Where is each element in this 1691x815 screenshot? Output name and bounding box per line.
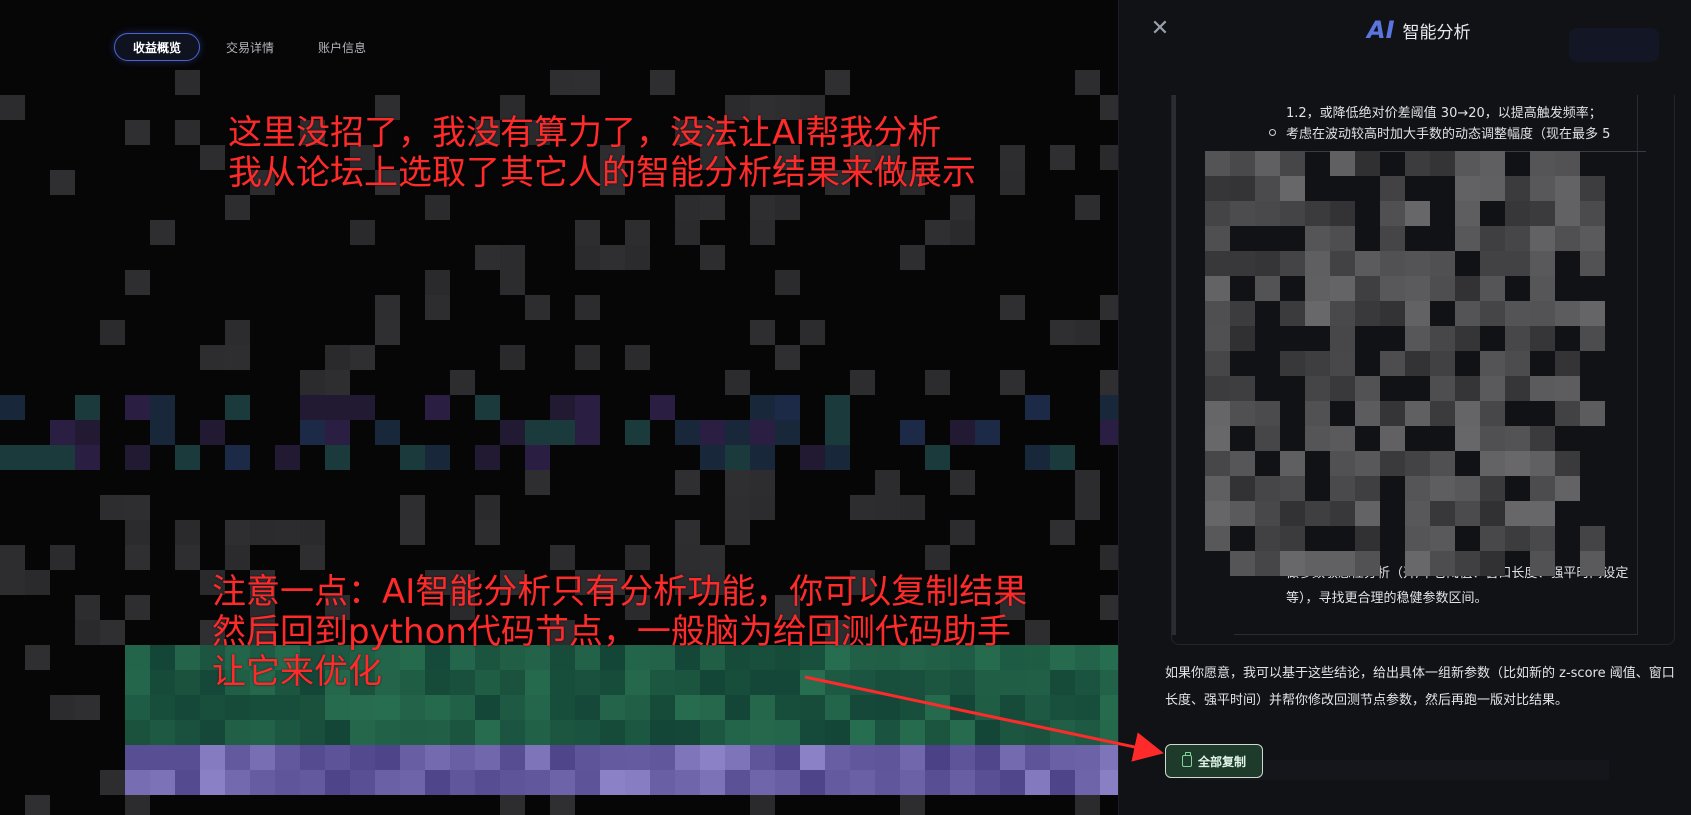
tab-account-info[interactable]: 账户信息 [300, 33, 384, 61]
tab-overview[interactable]: 收益概览 [114, 33, 201, 61]
tab-bar: 收益概览 交易详情 账户信息 [114, 33, 384, 61]
copy-all-label: 全部复制 [1197, 754, 1246, 769]
ai-logo: AI [1367, 16, 1395, 44]
analysis-bullet-continuation: 等），寻找更合理的稳健参数区间。 [1286, 591, 1488, 606]
annotation-top: 这里没招了，我没有算力了，没法让AI帮我分析 我从论坛上选取了其它人的智能分析结… [228, 113, 976, 194]
copy-all-button[interactable]: 全部复制 [1165, 744, 1263, 778]
panel-title: 智能分析 [1402, 23, 1471, 43]
header-action-button[interactable] [1569, 28, 1659, 62]
clipboard-icon [1181, 752, 1192, 767]
panel-header: AI 智能分析 [1367, 16, 1471, 44]
bullet-icon [1269, 129, 1276, 136]
followup-text: 如果你愿意，我可以基于这些结论，给出具体一组新参数（比如新的 z-score 阈… [1165, 666, 1675, 708]
analysis-bullet: 考虑在波动较高时加大手数的动态调整幅度（现在最多 5 [1286, 127, 1611, 142]
annotation-bottom: 注意一点：AI智能分析只有分析功能，你可以复制结果 然后回到python代码节点… [212, 572, 1028, 693]
dashboard-area: 收益概览 交易详情 账户信息 这里没招了，我没有算力了，没法让AI帮我分析 我从… [0, 0, 1125, 815]
close-icon[interactable]: ✕ [1149, 18, 1171, 40]
app-root: 收益概览 交易详情 账户信息 这里没招了，我没有算力了，没法让AI帮我分析 我从… [0, 0, 1691, 815]
analysis-line: 1.2，或降低绝对价差阈值 30→20，以提高触发频率； [1286, 106, 1602, 121]
tab-trade-details[interactable]: 交易详情 [208, 33, 292, 61]
ai-analysis-panel: ✕ AI 智能分析 1.2，或降低绝对价差阈值 30→20，以提高触发频率； 考… [1118, 0, 1691, 815]
